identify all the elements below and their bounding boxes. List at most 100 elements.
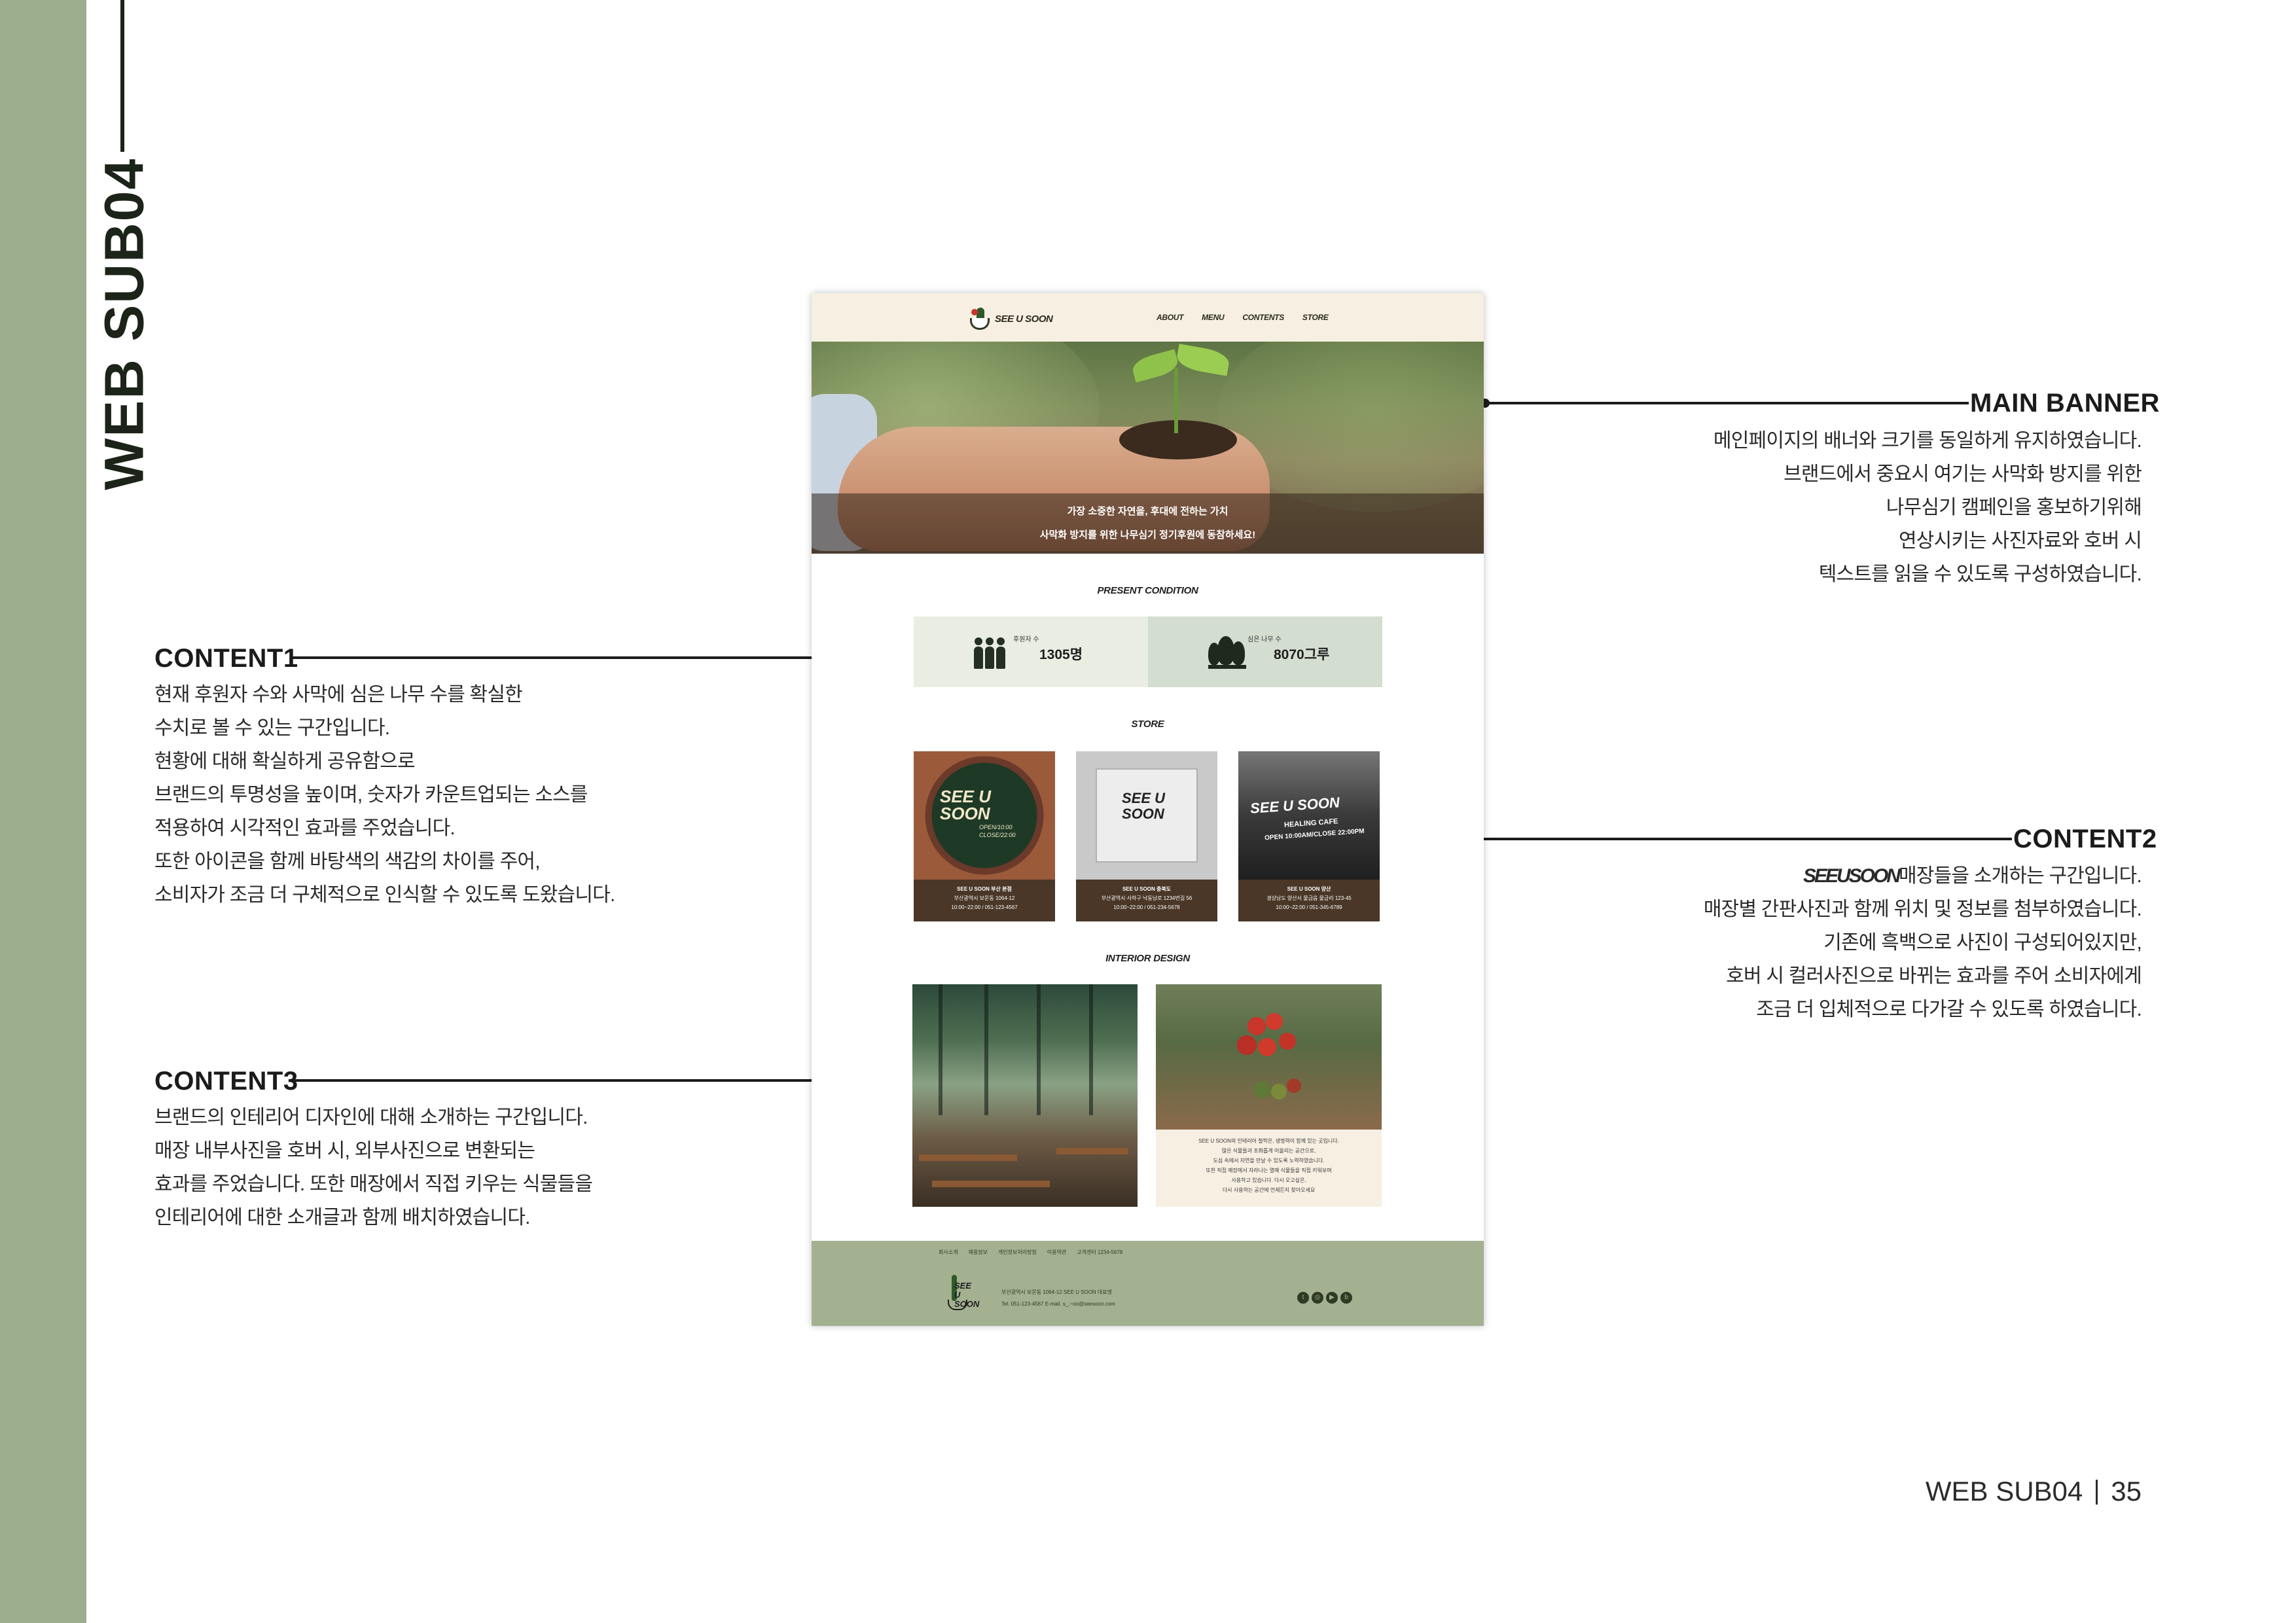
content2-description: SEEUSOON매장들을 소개하는 구간입니다. 매장별 간판사진과 함께 위치… <box>1704 859 2142 1026</box>
store-sign-subtitle: HEALING CAFE <box>1283 817 1338 829</box>
twitter-icon[interactable]: t <box>1297 1292 1309 1304</box>
interior-text-line: 도심 속에서 자연을 만날 수 있도록 노력하였습니다. <box>1213 1158 1325 1164</box>
content2-line: 조금 더 입체적으로 다가갈 수 있도록 하였습니다. <box>1756 999 2142 1020</box>
content1-pointer-line <box>292 656 829 659</box>
content2-line: 매장별 간판사진과 함께 위치 및 정보를 첨부하였습니다. <box>1703 899 2142 920</box>
tomato-plant-photo <box>1156 984 1382 1130</box>
content2-pointer-line <box>1471 838 2012 840</box>
supporters-value: 1305명 <box>1039 647 1083 662</box>
side-title-rule <box>120 0 124 152</box>
interior-design-title: INTERIOR DESIGN <box>1105 953 1190 964</box>
interior-text-line: 또한 직접 매장에서 자라나는 열매 식물들을 직접 키워보며 <box>1206 1168 1332 1173</box>
footer-address-line: 부산광역시 보문동 1064-12 SEE U SOON 대표명 <box>1001 1289 1112 1295</box>
footer-link[interactable]: 채용정보 <box>968 1249 987 1256</box>
content1-line: 현재 후원자 수와 사막에 심은 나무 수를 확실한 <box>154 684 523 705</box>
store-info: SEE U SOON 충북도 부산광역시 사하구 낙동남로 1234번길 56 … <box>1076 880 1217 921</box>
trees-icon <box>1208 633 1246 669</box>
nav-item-menu[interactable]: MENU <box>1202 313 1224 322</box>
store-address: 경상남도 양산시 물금읍 물금리 123-45 <box>1266 895 1352 901</box>
footer-social-icons: t ◎ ▶ b <box>1297 1292 1352 1304</box>
content3-line: 매장 내부사진을 호버 시, 외부사진으로 변환되는 <box>154 1140 535 1162</box>
content3-line: 인테리어에 대한 소개글과 함께 배치하였습니다. <box>154 1207 530 1228</box>
content2-line: 호버 시 컬러사진으로 바뀌는 효과를 주어 소비자에게 <box>1726 965 2142 987</box>
store-card[interactable]: SEE U SOON OPEN/10:00 CLOSE/22:00 SEE U … <box>914 751 1055 921</box>
store-sign-hours: OPEN 10:00AM/CLOSE 22:00PM <box>1264 827 1365 842</box>
content1-line: 또한 아이콘을 함께 바탕색의 색감의 차이를 주어, <box>154 851 541 872</box>
side-title-box: WEB SUB04 <box>88 151 160 497</box>
store-hours: 10:00~22:00 / 051-345-6789 <box>1276 904 1342 910</box>
store-hours: 10:00~22:00 / 051-234-5678 <box>1113 904 1180 910</box>
banner-caption-line2: 사막화 방지를 위한 나무심기 정기후원에 동참하세요! <box>1039 529 1256 541</box>
trees-value: 8070그루 <box>1274 647 1330 662</box>
footer-link[interactable]: 회사소개 <box>939 1249 958 1256</box>
content1-description: 현재 후원자 수와 사막에 심은 나무 수를 확실한 수치로 볼 수 있는 구간… <box>154 678 615 912</box>
footer-address: 부산광역시 보문동 1064-12 SEE U SOON 대표명 Tel. 05… <box>1001 1287 1115 1310</box>
store-name: SEE U SOON 충북도 <box>1122 886 1172 892</box>
website-mockup: SEE U SOON ABOUT MENU CONTENTS STORE 가장 … <box>812 293 1484 1326</box>
page-footer-label: WEB SUB04 <box>1925 1476 2083 1507</box>
store-address: 부산광역시 사하구 낙동남로 1234번길 56 <box>1101 895 1193 901</box>
content2-title: CONTENT2 <box>2013 825 2157 853</box>
footer-link[interactable]: 고객센터 1234-5678 <box>1077 1249 1122 1256</box>
footer-logo[interactable]: SEE U SOON <box>945 1272 982 1313</box>
content3-line: 효과를 주었습니다. 또한 매장에서 직접 키우는 식물들을 <box>154 1173 593 1195</box>
store-info: SEE U SOON 부산 본점 부산광역시 보문동 1064-12 10:00… <box>914 880 1055 921</box>
site-header: SEE U SOON ABOUT MENU CONTENTS STORE <box>812 293 1484 342</box>
sprout-stem <box>1174 368 1178 433</box>
interior-text-line: 많은 식물들과 조화롭게 어울리는 공간으로, <box>1221 1148 1316 1154</box>
main-banner-line: 메인페이지의 배너와 크기를 동일하게 유지하였습니다. <box>1713 430 2142 452</box>
content1-line: 브랜드의 투명성을 높이며, 숫자가 카운트업되는 소스를 <box>154 784 588 806</box>
content1-title: CONTENT1 <box>154 644 298 673</box>
main-banner[interactable]: 가장 소중한 자연을, 후대에 전하는 가치 사막화 방지를 위한 나무심기 정… <box>812 342 1484 554</box>
interior-plant-card[interactable]: SEE U SOON의 인테리어 철학은, 생명력이 함께 있는 곳입니다. 많… <box>1156 984 1382 1207</box>
content3-title: CONTENT3 <box>154 1067 298 1096</box>
trees-counter: 심은 나무 수 8070그루 <box>1148 616 1382 687</box>
footer-links: 회사소개 채용정보 개인정보처리방침 이용약관 고객센터 1234-5678 <box>939 1249 1122 1256</box>
interior-text-line: SEE U SOON의 인테리어 철학은, 생명력이 함께 있는 곳입니다. <box>1198 1138 1339 1144</box>
footer-link[interactable]: 이용약관 <box>1047 1249 1066 1256</box>
nav-item-store[interactable]: STORE <box>1302 313 1329 322</box>
nav-item-about[interactable]: ABOUT <box>1157 313 1183 322</box>
content2-line: SEEUSOON매장들을 소개하는 구간입니다. <box>1704 859 2142 893</box>
section-title: WEB SUB04 <box>93 157 155 491</box>
site-nav-menu: ABOUT MENU CONTENTS STORE <box>1157 313 1329 322</box>
site-logo[interactable]: SEE U SOON <box>969 306 1053 331</box>
sprout-leaf <box>1175 344 1231 376</box>
site-footer: 회사소개 채용정보 개인정보처리방침 이용약관 고객센터 1234-5678 S… <box>812 1241 1484 1326</box>
footer-logo-text: SEE U SOON <box>954 1281 980 1309</box>
banner-caption-line1: 가장 소중한 자연을, 후대에 전하는 가치 <box>1067 506 1229 517</box>
page-footer: WEB SUB04 35 <box>1926 1476 2142 1507</box>
store-sign-text: SEE U SOON <box>940 787 992 823</box>
sprout-leaf <box>1130 349 1181 383</box>
content1-line: 현황에 대해 확실하게 공유함으로 <box>154 751 416 772</box>
page-number: 35 <box>2111 1476 2142 1507</box>
store-name: SEE U SOON 양산 <box>1287 886 1331 892</box>
store-sign-text: SEE U SOON <box>1249 794 1340 817</box>
main-banner-pointer-line <box>1484 402 1969 404</box>
blog-icon[interactable]: b <box>1340 1292 1352 1304</box>
store-sign-photo: SEE U SOON HEALING CAFE OPEN 10:00AM/CLO… <box>1238 751 1380 880</box>
side-accent-bar <box>0 0 86 1623</box>
footer-link[interactable]: 개인정보처리방침 <box>998 1249 1037 1256</box>
supporters-counter: 후원자 수 1305명 <box>914 616 1148 687</box>
youtube-icon[interactable]: ▶ <box>1326 1292 1338 1304</box>
interior-description: SEE U SOON의 인테리어 철학은, 생명력이 함께 있는 곳입니다. 많… <box>1156 1130 1382 1207</box>
store-title: STORE <box>1131 719 1164 730</box>
main-banner-title: MAIN BANNER <box>1970 389 2160 418</box>
instagram-icon[interactable]: ◎ <box>1312 1292 1323 1304</box>
store-info: SEE U SOON 양산 경상남도 양산시 물금읍 물금리 123-45 10… <box>1238 880 1380 921</box>
interior-text-line: 사용하고 있습니다. 다시 오고싶은, <box>1231 1177 1306 1183</box>
banner-caption-overlay <box>812 493 1484 554</box>
store-card[interactable]: SEE U SOON SEE U SOON 충북도 부산광역시 사하구 낙동남로… <box>1076 751 1217 921</box>
interior-photo[interactable] <box>912 984 1138 1207</box>
main-banner-line: 연상시키는 사진자료와 호버 시 <box>1898 530 2142 552</box>
main-banner-line: 브랜드에서 중요시 여기는 사막화 방지를 위한 <box>1784 463 2142 485</box>
store-card[interactable]: SEE U SOON HEALING CAFE OPEN 10:00AM/CLO… <box>1238 751 1380 921</box>
nav-item-contents[interactable]: CONTENTS <box>1242 313 1284 322</box>
trees-label: 심은 나무 수 <box>1247 636 1282 643</box>
footer-contact-line: Tel. 051-123-4567 E-mail. s_.~oo@seesoon… <box>1001 1301 1115 1307</box>
content3-description: 브랜드의 인테리어 디자인에 대해 소개하는 구간입니다. 매장 내부사진을 호… <box>154 1101 593 1234</box>
store-sign-hours: OPEN/10:00 CLOSE/22:00 <box>979 824 1016 838</box>
content2-line: 기존에 흑백으로 사진이 구성되어있지만, <box>1823 932 2142 954</box>
banner-soil <box>1119 420 1237 459</box>
